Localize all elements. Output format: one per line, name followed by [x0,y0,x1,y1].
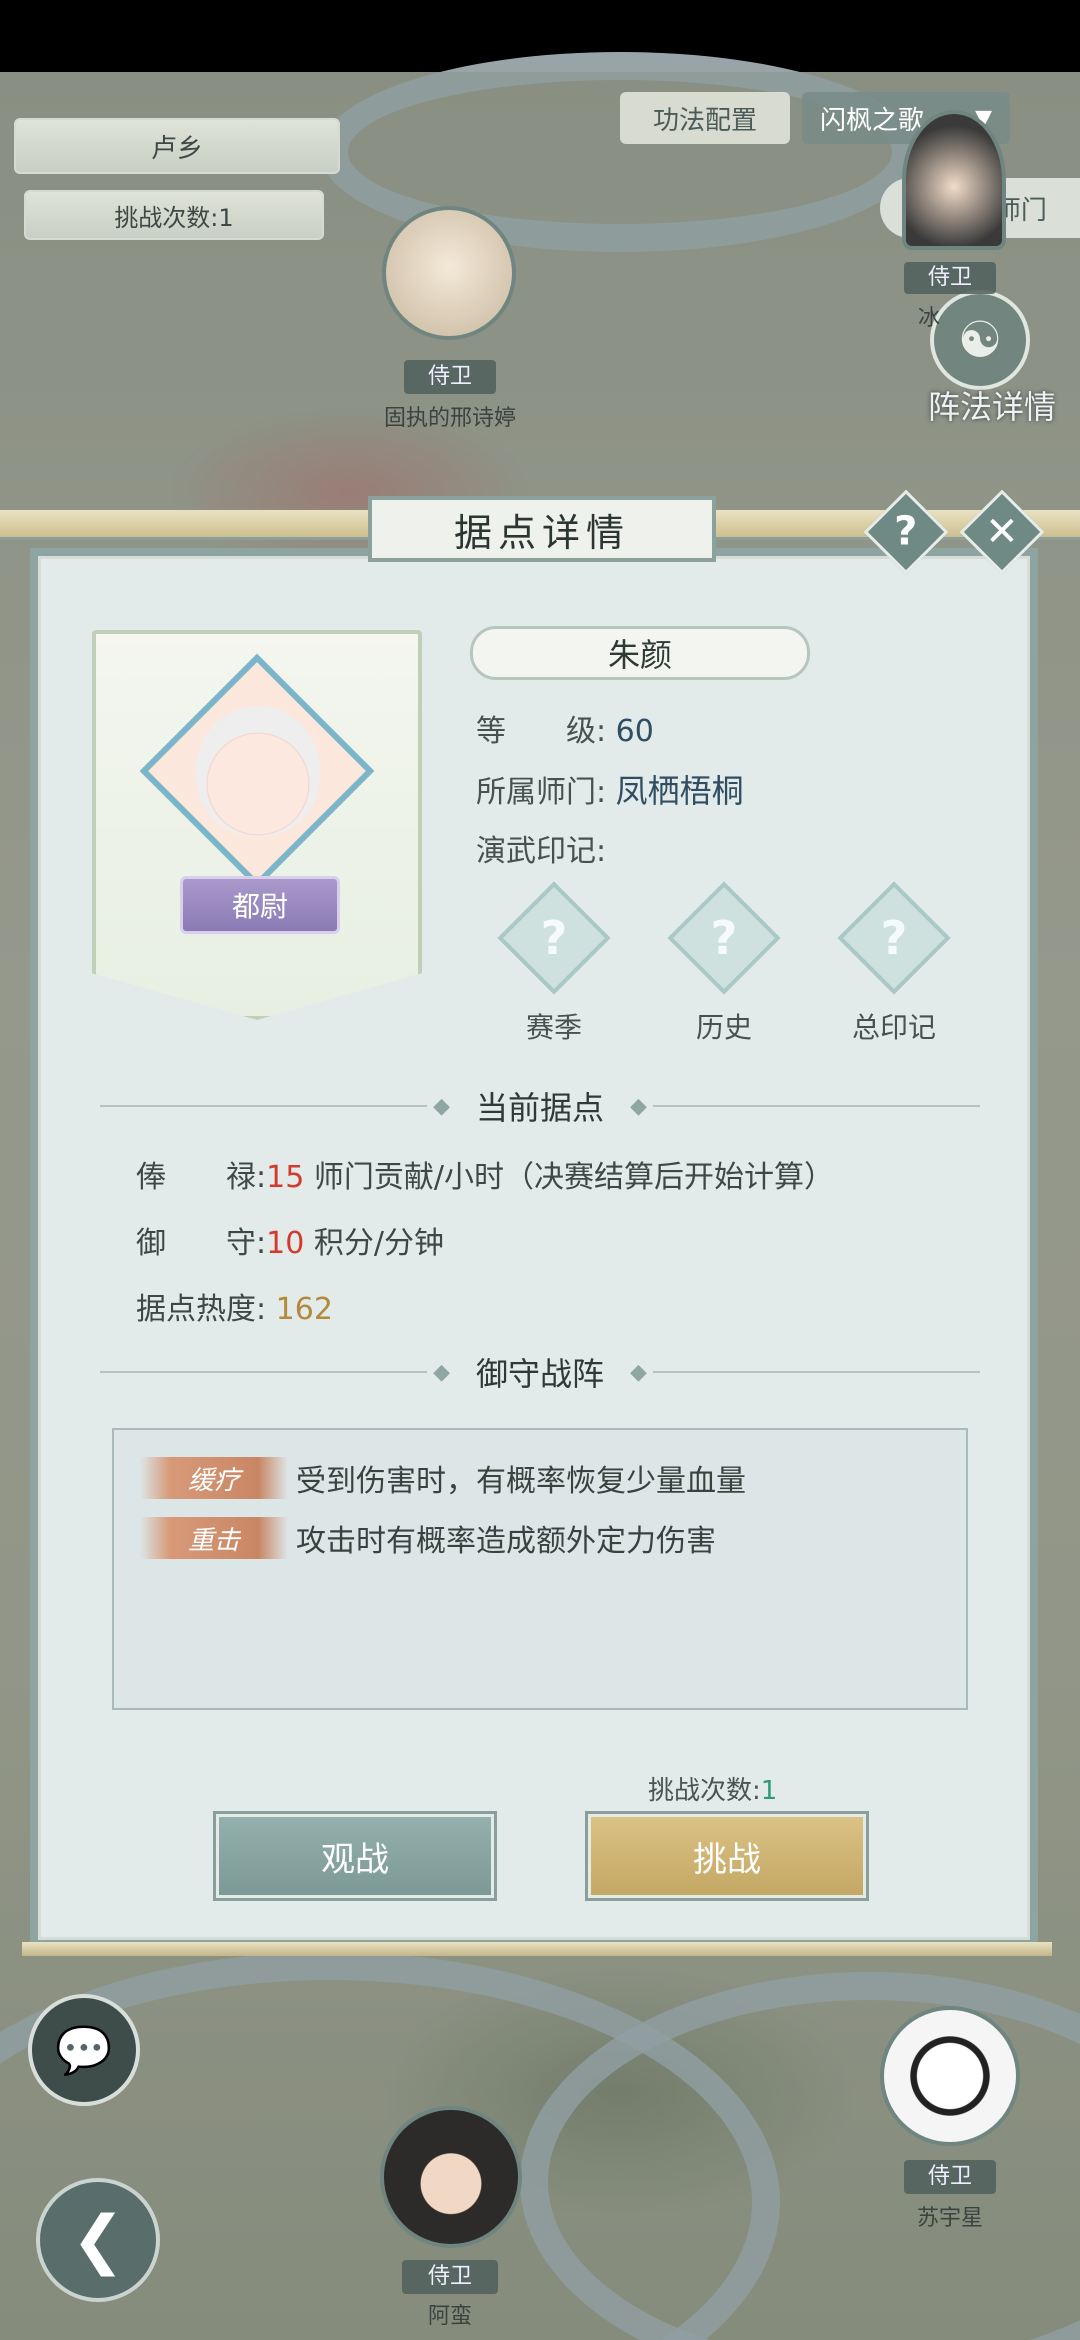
npc-avatar[interactable] [880,2006,1020,2146]
skill-row: 缓疗 受到伤害时，有概率恢复少量血量 [140,1456,746,1500]
watch-button[interactable]: 观战 [216,1814,494,1898]
salary-row: 俸 禄:15 师门贡献/小时（决赛结算后开始计算） [136,1160,834,1195]
close-icon: ✕ [985,508,1019,555]
skill-row: 重击 攻击时有概率造成额外定力伤害 [140,1516,716,1560]
npc-name: 冰 [917,306,940,331]
heat-row: 据点热度: 162 [136,1292,333,1327]
back-icon: ❮ [71,2203,125,2277]
skill-description: 受到伤害时，有概率恢复少量血量 [296,1464,746,1499]
challenge-button[interactable]: 挑战 [588,1814,866,1898]
formation-header: ◆ 御守战阵 ◆ [100,1352,981,1393]
mark-label: 历史 [695,1011,752,1044]
challenge-count: 挑战次数:1 [648,1776,778,1806]
sect-row: 所属师门: 凤栖梧桐 [476,772,744,810]
current-stronghold-header: ◆ 当前据点 ◆ [100,1086,981,1127]
rank-badge: 都尉 [180,876,340,934]
chat-button[interactable]: 💬 [28,1994,140,2106]
dialog-title: 据点详情 [368,496,716,562]
npc-avatar[interactable] [380,2106,522,2248]
npc-avatar[interactable] [902,110,1006,250]
npc-role-label: 侍卫 [904,262,996,294]
question-icon: ? [894,508,918,555]
npc-name: 固执的邢诗婷 [383,406,516,431]
marks-row: 演武印记: [476,834,607,869]
dialog-bottom-scroll-bar [22,1942,1052,1956]
location-plate: 卢乡 [14,118,340,174]
npc-name: 苏宇星 [916,2206,983,2231]
challenge-count-plate: 挑战次数:1 [24,190,324,240]
back-button[interactable]: ❮ [36,2178,160,2302]
defense-row: 御 守:10 积分/分钟 [136,1226,444,1261]
npc-role-label: 侍卫 [404,360,496,394]
mark-label: 赛季 [525,1011,582,1044]
kungfu-config-button[interactable]: 功法配置 [620,92,790,144]
npc-role-label: 侍卫 [402,2260,498,2294]
avatar [196,706,320,836]
skill-description: 攻击时有概率造成额外定力伤害 [296,1524,716,1559]
taiji-icon: ☯ [957,311,1003,369]
npc-avatar[interactable] [382,206,516,340]
npc-role-label: 侍卫 [904,2160,996,2194]
mark-label: 总印记 [851,1011,936,1044]
skill-tag: 重击 [140,1517,288,1559]
level-row: 等 级: 60 [476,714,654,749]
chat-icon: 💬 [55,2022,113,2077]
formation-detail-label: 阵法详情 [927,388,1056,426]
player-name: 朱颜 [470,626,810,680]
npc-name: 阿蛮 [427,2304,472,2329]
skill-tag: 缓疗 [140,1457,288,1499]
